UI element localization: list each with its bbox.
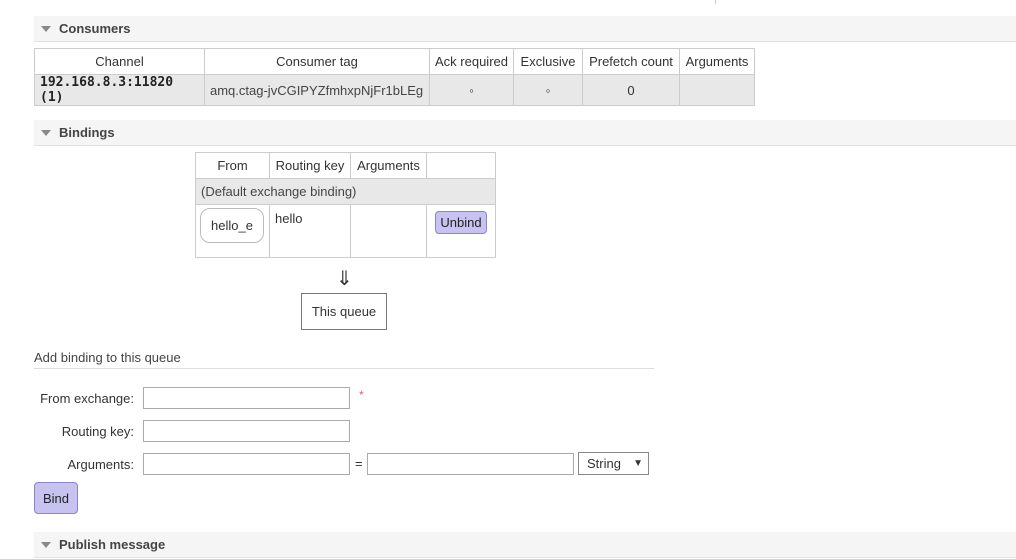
bindings-header-row: From Routing key Arguments	[195, 152, 496, 179]
bind-button[interactable]: Bind	[34, 482, 78, 514]
col-arguments: Arguments	[679, 48, 755, 75]
exchange-link-hello-e[interactable]: hello_e	[200, 208, 264, 243]
consumers-table: Channel Consumer tag Ack required Exclus…	[34, 48, 755, 106]
consumer-tag: amq.ctag-jvCGIPYZfmhxpNjFr1bLEg	[204, 74, 430, 106]
binding-arguments	[350, 204, 427, 258]
unbind-button[interactable]: Unbind	[435, 211, 487, 234]
publish-message-section-header[interactable]: Publish message	[34, 532, 1016, 558]
consumers-header-row: Channel Consumer tag Ack required Exclus…	[34, 48, 755, 75]
binding-from-cell: hello_e	[195, 204, 270, 258]
col-from: From	[195, 152, 270, 179]
prefetch-count-value: 0	[582, 74, 680, 106]
chevron-down-icon: ▼	[633, 458, 643, 469]
col-arguments: Arguments	[350, 152, 427, 179]
from-exchange-label: From exchange:	[40, 391, 134, 406]
this-queue-label: This queue	[311, 304, 377, 319]
bindings-section-header[interactable]: Bindings	[34, 120, 1016, 146]
collapse-triangle-icon	[41, 541, 51, 548]
bindings-table: From Routing key Arguments (Default exch…	[195, 152, 496, 258]
consumer-channel-link[interactable]: 192.168.8.3:11820 (1)	[34, 74, 205, 106]
table-row: (Default exchange binding)	[195, 178, 496, 205]
collapse-triangle-icon	[41, 129, 51, 136]
routing-key-input[interactable]	[143, 420, 350, 442]
binding-actions-cell: Unbind	[426, 204, 496, 258]
consumer-arguments	[679, 74, 755, 106]
argument-value-input[interactable]	[367, 453, 574, 475]
col-consumer-tag: Consumer tag	[204, 48, 430, 75]
binding-routing-key: hello	[269, 204, 351, 258]
argument-type-value: String	[587, 456, 621, 471]
bindings-section-title: Bindings	[59, 125, 115, 140]
publish-message-section-title: Publish message	[59, 537, 166, 552]
add-binding-divider	[34, 368, 654, 369]
arguments-label: Arguments:	[67, 457, 134, 472]
argument-type-select[interactable]: String ▼	[578, 452, 649, 475]
argument-key-input[interactable]	[143, 453, 350, 475]
equals-sign: =	[355, 456, 363, 471]
col-ack-required: Ack required	[429, 48, 514, 75]
exclusive-indicator: ◦	[513, 74, 583, 106]
top-divider-tick	[715, 0, 716, 4]
required-mark: *	[359, 388, 364, 402]
from-exchange-input[interactable]	[143, 387, 350, 409]
collapse-triangle-icon	[41, 25, 51, 32]
add-binding-title: Add binding to this queue	[34, 350, 181, 365]
ack-required-indicator: ◦	[429, 74, 514, 106]
this-queue-box: This queue	[301, 293, 387, 330]
col-prefetch-count: Prefetch count	[582, 48, 680, 75]
down-arrow-icon: ⇓	[336, 268, 353, 290]
table-row: 192.168.8.3:11820 (1) amq.ctag-jvCGIPYZf…	[34, 74, 755, 106]
col-exclusive: Exclusive	[513, 48, 583, 75]
default-exchange-binding: (Default exchange binding)	[195, 178, 496, 205]
routing-key-label: Routing key:	[61, 424, 134, 439]
col-channel: Channel	[34, 48, 205, 75]
col-routing-key: Routing key	[269, 152, 351, 179]
consumers-section-title: Consumers	[59, 21, 131, 36]
table-row: hello_e hello Unbind	[195, 204, 496, 258]
col-actions	[426, 152, 496, 179]
consumers-section-header[interactable]: Consumers	[34, 16, 1016, 42]
